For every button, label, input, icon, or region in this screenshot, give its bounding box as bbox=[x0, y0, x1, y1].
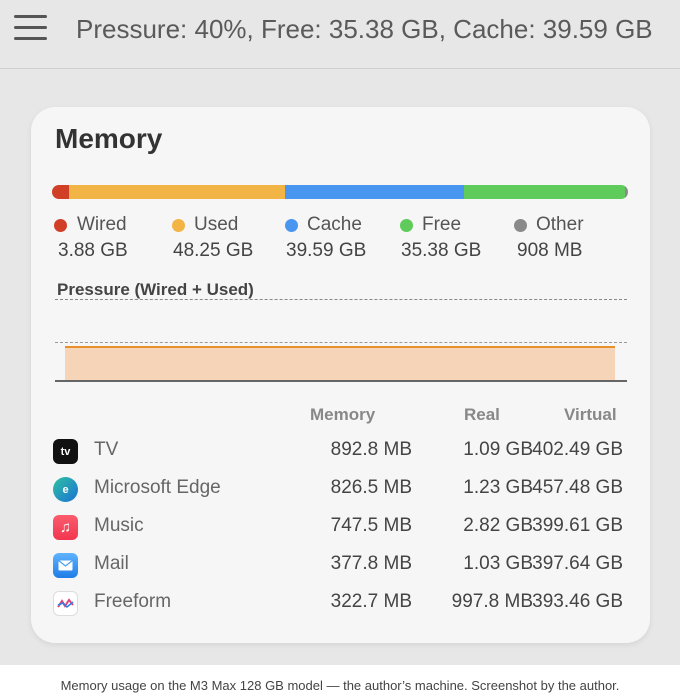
process-row-microsoft-edge[interactable]: e Microsoft Edge 826.5 MB 1.23 GB 457.48… bbox=[53, 472, 629, 510]
card-title: Memory bbox=[55, 123, 163, 154]
app-name: TV bbox=[94, 439, 119, 460]
process-row-mail[interactable]: Mail 377.8 MB 1.03 GB 397.64 GB bbox=[53, 548, 629, 586]
apple-tv-icon: tv bbox=[53, 439, 78, 464]
hamburger-icon[interactable] bbox=[14, 15, 47, 41]
other-dot bbox=[514, 219, 527, 232]
process-row-music[interactable]: ♫ Music 747.5 MB 2.82 GB 399.61 GB bbox=[53, 510, 629, 548]
bar-segment-other bbox=[625, 185, 628, 199]
memory-value: 322.7 MB bbox=[330, 591, 412, 612]
legend-label: Other bbox=[536, 214, 584, 235]
screenshot: Pressure: 40%, Free: 35.38 GB, Cache: 39… bbox=[0, 0, 680, 665]
bar-segment-free bbox=[463, 185, 626, 199]
legend-value: 35.38 GB bbox=[401, 240, 482, 261]
top-bar: Pressure: 40%, Free: 35.38 GB, Cache: 39… bbox=[0, 0, 680, 69]
pressure-chart bbox=[55, 337, 627, 383]
real-value: 2.82 GB bbox=[463, 515, 533, 536]
pressure-area bbox=[65, 346, 615, 380]
app-name: Music bbox=[94, 515, 144, 536]
column-header-virtual[interactable]: Virtual bbox=[564, 405, 617, 425]
legend-value: 3.88 GB bbox=[58, 240, 128, 261]
process-row-freeform[interactable]: Freeform 322.7 MB 997.8 MB 393.46 GB bbox=[53, 586, 629, 624]
used-dot bbox=[172, 219, 185, 232]
bar-segment-cache bbox=[285, 185, 464, 199]
virtual-value: 393.46 GB bbox=[532, 591, 623, 612]
app-name: Freeform bbox=[94, 591, 172, 612]
mail-icon bbox=[53, 553, 78, 578]
memory-legend: Wired 3.88 GB Used 48.25 GB Cache 39.59 … bbox=[52, 213, 642, 265]
bar-segment-wired bbox=[52, 185, 70, 199]
chart-baseline bbox=[55, 380, 627, 382]
status-summary: Pressure: 40%, Free: 35.38 GB, Cache: 39… bbox=[76, 14, 653, 44]
memory-value: 826.5 MB bbox=[330, 477, 412, 498]
app-name: Mail bbox=[94, 553, 129, 574]
image-caption: Memory usage on the M3 Max 128 GB model … bbox=[60, 678, 620, 693]
app-name: Microsoft Edge bbox=[94, 477, 221, 498]
memory-usage-bar bbox=[52, 185, 628, 199]
memory-card: Memory Wired 3.88 GB Used 48.25 GB Cache bbox=[31, 107, 650, 643]
column-header-real[interactable]: Real bbox=[464, 405, 500, 425]
virtual-value: 397.64 GB bbox=[532, 553, 623, 574]
pressure-threshold-line bbox=[55, 342, 627, 343]
music-icon: ♫ bbox=[53, 515, 78, 540]
memory-value: 377.8 MB bbox=[330, 553, 412, 574]
legend-value: 48.25 GB bbox=[173, 240, 254, 261]
real-value: 1.09 GB bbox=[463, 439, 533, 460]
memory-value: 747.5 MB bbox=[330, 515, 412, 536]
real-value: 997.8 MB bbox=[451, 591, 533, 612]
bar-segment-used bbox=[69, 185, 286, 199]
microsoft-edge-icon: e bbox=[53, 477, 78, 502]
legend-value: 39.59 GB bbox=[286, 240, 367, 261]
real-value: 1.23 GB bbox=[463, 477, 533, 498]
pressure-title: Pressure (Wired + Used) bbox=[57, 280, 254, 299]
virtual-value: 402.49 GB bbox=[532, 439, 623, 460]
virtual-value: 457.48 GB bbox=[532, 477, 623, 498]
memory-value: 892.8 MB bbox=[330, 439, 412, 460]
freeform-icon bbox=[53, 591, 78, 616]
legend-value: 908 MB bbox=[517, 240, 583, 261]
legend-label: Free bbox=[422, 214, 462, 235]
legend-label: Used bbox=[194, 214, 239, 235]
free-dot bbox=[400, 219, 413, 232]
virtual-value: 399.61 GB bbox=[532, 515, 623, 536]
pressure-divider bbox=[55, 299, 627, 300]
process-row-tv[interactable]: tv TV 892.8 MB 1.09 GB 402.49 GB bbox=[53, 434, 629, 472]
wired-dot bbox=[54, 219, 67, 232]
real-value: 1.03 GB bbox=[463, 553, 533, 574]
column-header-memory[interactable]: Memory bbox=[310, 405, 375, 425]
legend-label: Wired bbox=[77, 214, 127, 235]
cache-dot bbox=[285, 219, 298, 232]
legend-label: Cache bbox=[307, 214, 362, 235]
